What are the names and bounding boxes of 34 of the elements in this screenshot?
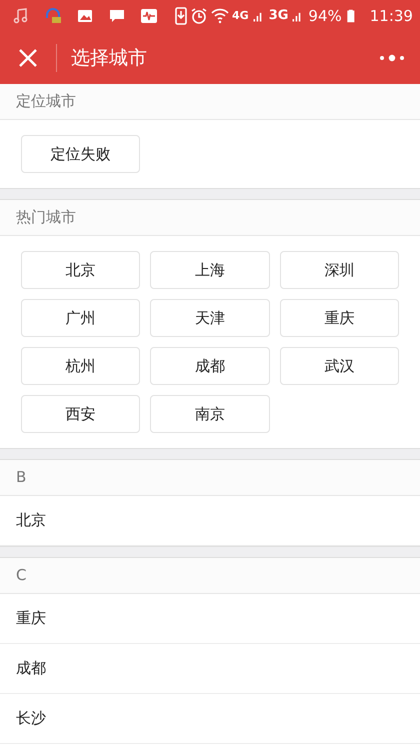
city-list-item[interactable]: 重庆: [0, 594, 420, 644]
city-button[interactable]: 成都: [150, 347, 270, 385]
battery-percent: 94%: [308, 6, 342, 27]
clock: 11:39: [370, 6, 413, 27]
section-heading: 定位城市: [16, 91, 76, 112]
city-button[interactable]: 重庆: [280, 299, 399, 337]
alarm-icon: [190, 7, 208, 25]
city-button[interactable]: 深圳: [280, 251, 399, 289]
more-icon: [379, 54, 405, 62]
network-type: 3G: [268, 7, 288, 26]
section-heading: B: [16, 467, 26, 488]
city-list-item[interactable]: 成都: [0, 644, 420, 694]
section-heading: C: [16, 565, 26, 586]
music-note-icon: [12, 7, 30, 25]
wifi-icon: [211, 7, 229, 25]
waveform-icon: [140, 7, 158, 25]
network-type: 4G: [232, 8, 249, 24]
city-button[interactable]: 南京: [150, 395, 270, 433]
city-button[interactable]: 上海: [150, 251, 270, 289]
section-heading: 热门城市: [16, 207, 76, 228]
city-list-item[interactable]: 长沙: [0, 694, 420, 744]
headset-icon: [44, 7, 62, 25]
close-icon: [18, 48, 38, 68]
city-button[interactable]: 西安: [21, 395, 140, 433]
image-icon: [76, 7, 94, 25]
city-button[interactable]: 定位失败: [21, 135, 140, 173]
city-button[interactable]: 武汉: [280, 347, 399, 385]
page-title: 选择城市: [71, 46, 147, 71]
city-button[interactable]: 天津: [150, 299, 270, 337]
city-button[interactable]: 广州: [21, 299, 140, 337]
download-icon: [172, 7, 190, 25]
city-button[interactable]: 杭州: [21, 347, 140, 385]
message-icon: [108, 7, 126, 25]
city-button[interactable]: 北京: [21, 251, 140, 289]
